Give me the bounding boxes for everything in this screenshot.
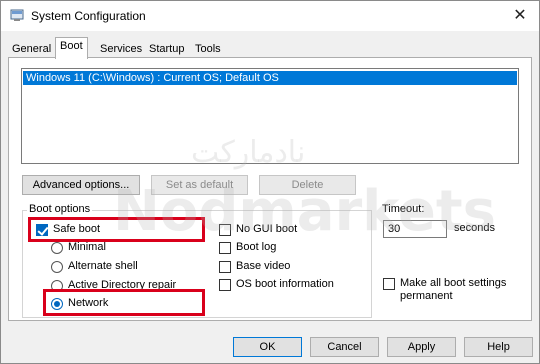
minimal-radio[interactable] xyxy=(51,242,63,254)
tab-services[interactable]: Services xyxy=(96,41,146,58)
alternate-shell-radio[interactable] xyxy=(51,261,63,273)
msconfig-app-icon xyxy=(10,9,24,21)
network-highlight-box xyxy=(43,289,205,316)
boot-options-label: Boot options xyxy=(27,203,93,215)
apply-button[interactable]: Apply xyxy=(387,337,456,357)
set-as-default-button[interactable]: Set as default xyxy=(151,175,248,195)
boot-tab-panel: Windows 11 (C:\Windows) : Current OS; De… xyxy=(8,57,532,321)
no-gui-boot-checkbox[interactable] xyxy=(219,224,231,236)
delete-button[interactable]: Delete xyxy=(259,175,356,195)
base-video-label: Base video xyxy=(236,260,291,272)
os-boot-information-checkbox[interactable] xyxy=(219,279,231,291)
tab-general[interactable]: General xyxy=(8,41,55,58)
timeout-input[interactable]: 30 xyxy=(383,220,447,238)
os-list-item-selected[interactable]: Windows 11 (C:\Windows) : Current OS; De… xyxy=(23,71,517,85)
timeout-label: Timeout: xyxy=(382,203,425,215)
advanced-options-button[interactable]: Advanced options... xyxy=(22,175,140,195)
boot-log-checkbox[interactable] xyxy=(219,242,231,254)
title-bar: System Configuration ✕ xyxy=(1,1,539,31)
minimal-label: Minimal xyxy=(68,241,106,253)
make-permanent-label: Make all boot settings permanent xyxy=(400,277,507,302)
make-permanent-checkbox[interactable] xyxy=(383,278,395,290)
base-video-checkbox[interactable] xyxy=(219,261,231,273)
tab-startup[interactable]: Startup xyxy=(145,41,188,58)
boot-log-label: Boot log xyxy=(236,241,277,253)
tab-tools[interactable]: Tools xyxy=(191,41,225,58)
alternate-shell-label: Alternate shell xyxy=(68,260,138,272)
close-icon[interactable]: ✕ xyxy=(507,4,533,26)
ok-button[interactable]: OK xyxy=(233,337,302,357)
os-boot-information-label: OS boot information xyxy=(236,278,334,290)
tab-boot[interactable]: Boot xyxy=(55,37,88,59)
help-button[interactable]: Help xyxy=(464,337,533,357)
timeout-unit-label: seconds xyxy=(454,222,495,234)
os-list[interactable]: Windows 11 (C:\Windows) : Current OS; De… xyxy=(21,68,519,164)
safe-boot-highlight-box xyxy=(28,217,205,242)
cancel-button[interactable]: Cancel xyxy=(310,337,379,357)
window-title: System Configuration xyxy=(31,9,146,23)
system-configuration-window: System Configuration ✕ General Boot Serv… xyxy=(0,0,540,364)
no-gui-boot-label: No GUI boot xyxy=(236,223,298,235)
